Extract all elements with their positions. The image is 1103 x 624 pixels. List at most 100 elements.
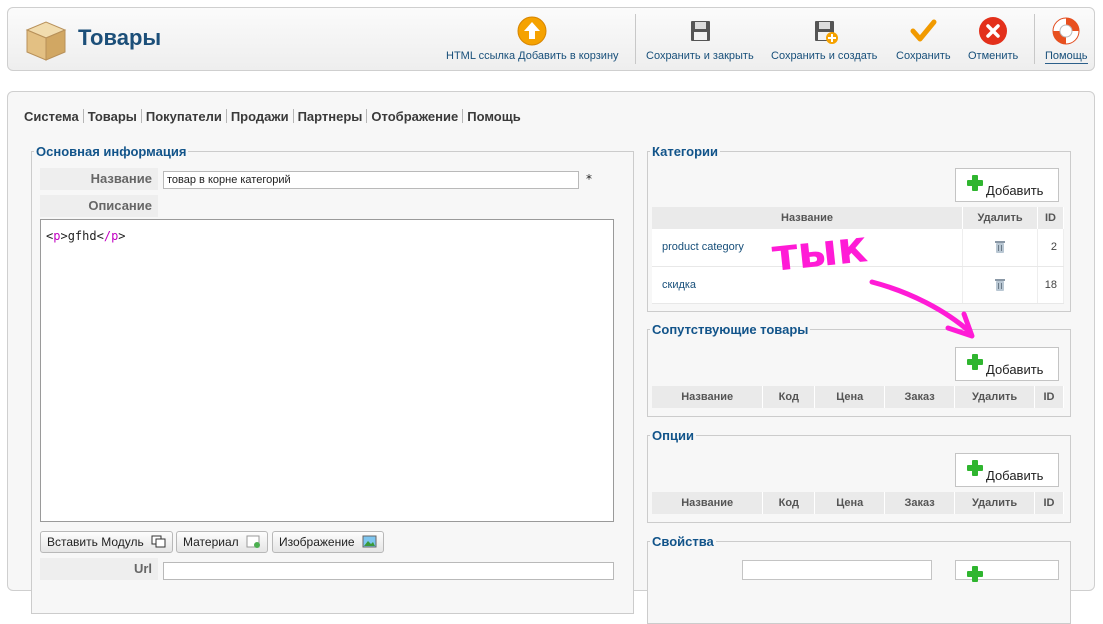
material-label: Материал: [183, 535, 239, 549]
arrow-up-circle-icon: [517, 16, 547, 46]
nav-item-system[interactable]: Система: [24, 109, 79, 124]
related-products-legend: Сопутствующие товары: [652, 322, 809, 337]
category-name-link[interactable]: product category: [652, 229, 964, 267]
save-and-new-button[interactable]: Сохранить и создать: [771, 16, 877, 62]
column-header-id[interactable]: ID: [1034, 492, 1064, 514]
url-label: Url: [40, 558, 158, 580]
add-related-product-button[interactable]: Добавить: [955, 347, 1059, 381]
delete-cell: [962, 266, 1038, 304]
name-field-label: Название: [40, 168, 158, 190]
column-header-price[interactable]: Цена: [814, 386, 886, 408]
table-row: скидка 18: [652, 266, 1065, 304]
check-icon: [910, 19, 937, 42]
add-property-button[interactable]: [955, 560, 1059, 582]
category-name-link[interactable]: скидка: [652, 266, 964, 304]
column-header-order[interactable]: Заказ: [884, 386, 956, 408]
add-option-button[interactable]: Добавить: [955, 453, 1059, 487]
nav-item-partners[interactable]: Партнеры: [298, 109, 363, 124]
nav-separator: [292, 109, 294, 123]
description-label: Описание: [40, 195, 158, 217]
table-header-row: Название Удалить ID: [652, 207, 1065, 229]
material-icon: [246, 535, 260, 548]
add-category-label: Добавить: [986, 183, 1044, 198]
insert-module-label: Вставить Модуль: [47, 535, 144, 549]
column-header-name[interactable]: Название: [652, 386, 764, 408]
trash-icon[interactable]: [995, 241, 1006, 254]
save-and-new-label: Сохранить и создать: [771, 50, 878, 62]
floppy-disk-plus-icon: [815, 21, 839, 44]
category-id: 18: [1037, 266, 1065, 304]
categories-legend: Категории: [652, 144, 719, 159]
floppy-disk-icon: [690, 21, 710, 41]
column-header-delete[interactable]: Удалить: [954, 386, 1035, 408]
image-icon: [362, 535, 377, 548]
add-related-product-label: Добавить: [986, 362, 1044, 377]
cancel-button[interactable]: Отменить: [968, 16, 1018, 62]
column-header-code[interactable]: Код: [762, 386, 816, 408]
product-box-icon: [25, 21, 67, 61]
delete-cell: [962, 229, 1038, 267]
trash-icon[interactable]: [995, 278, 1006, 291]
column-header-price[interactable]: Цена: [814, 492, 886, 514]
save-button[interactable]: Сохранить: [896, 16, 951, 62]
html-add-to-cart-label: HTML ссылка Добавить в корзину: [446, 50, 619, 62]
nav-separator: [462, 109, 464, 123]
material-button[interactable]: Материал: [176, 531, 268, 553]
options-table: Название Код Цена Заказ Удалить ID: [652, 492, 1064, 514]
cancel-label: Отменить: [968, 50, 1019, 62]
column-header-id[interactable]: ID: [1037, 207, 1065, 229]
column-header-id[interactable]: ID: [1034, 386, 1064, 408]
insert-module-button[interactable]: Вставить Модуль: [40, 531, 174, 553]
nav-separator: [140, 109, 142, 123]
nav-separator: [366, 109, 368, 123]
nav-item-help[interactable]: Помощь: [467, 109, 520, 124]
name-field[interactable]: товар в корне категорий: [163, 171, 579, 189]
options-legend: Опции: [652, 428, 694, 443]
main-panel: Система Товары Покупатели Продажи Партнеры От…: [7, 91, 1095, 624]
lifebuoy-icon: [1052, 17, 1080, 45]
column-header-order[interactable]: Заказ: [884, 492, 956, 514]
column-header-delete[interactable]: Удалить: [962, 207, 1038, 229]
properties-action-button[interactable]: [742, 560, 932, 580]
editor-text: gfhd: [67, 229, 97, 243]
column-header-name[interactable]: Название: [652, 207, 964, 229]
save-label: Сохранить: [896, 50, 951, 62]
save-and-close-button[interactable]: Сохранить и закрыть: [646, 16, 754, 62]
add-option-label: Добавить: [986, 468, 1044, 483]
html-add-to-cart-link-button[interactable]: HTML ссылка Добавить в корзину: [446, 16, 619, 62]
table-row: product category 2: [652, 229, 1065, 267]
page-title: Товары: [78, 25, 162, 50]
plus-icon: [967, 354, 983, 370]
column-header-delete[interactable]: Удалить: [954, 492, 1035, 514]
nav-item-sales[interactable]: Продажи: [231, 109, 289, 124]
cancel-circle-icon: [979, 17, 1008, 45]
related-products-table: Название Код Цена Заказ Удалить ID: [652, 386, 1064, 408]
section-nav: Система Товары Покупатели Продажи Партнеры От…: [24, 109, 521, 124]
image-button[interactable]: Изображение: [272, 531, 384, 553]
nav-item-customers[interactable]: Покупатели: [146, 109, 222, 124]
properties-legend: Свойства: [652, 534, 714, 549]
column-header-code[interactable]: Код: [762, 492, 816, 514]
nav-item-products[interactable]: Товары: [88, 109, 137, 124]
category-id: 2: [1037, 229, 1065, 267]
table-header-row: Название Код Цена Заказ Удалить ID: [652, 492, 1064, 514]
help-button[interactable]: Помощь: [1045, 16, 1088, 64]
plus-icon: [967, 175, 983, 191]
nav-separator: [82, 109, 84, 123]
toolbar-divider: [1034, 14, 1035, 64]
help-label: Помощь: [1045, 50, 1088, 64]
column-header-name[interactable]: Название: [652, 492, 764, 514]
editor-open-tag: p: [53, 229, 61, 243]
editor-close-tag: /p: [103, 229, 119, 243]
description-editor[interactable]: <p>gfhd</p>: [40, 219, 614, 522]
plus-icon: [967, 566, 983, 582]
save-and-close-label: Сохранить и закрыть: [646, 50, 754, 62]
add-category-button[interactable]: Добавить: [955, 168, 1059, 202]
url-field[interactable]: [163, 562, 614, 580]
plus-icon: [967, 460, 983, 476]
toolbar-divider: [635, 14, 636, 64]
required-mark: *: [586, 172, 592, 186]
nav-item-display[interactable]: Отображение: [371, 109, 458, 124]
main-info-legend: Основная информация: [36, 144, 187, 159]
module-icon: [151, 535, 166, 548]
